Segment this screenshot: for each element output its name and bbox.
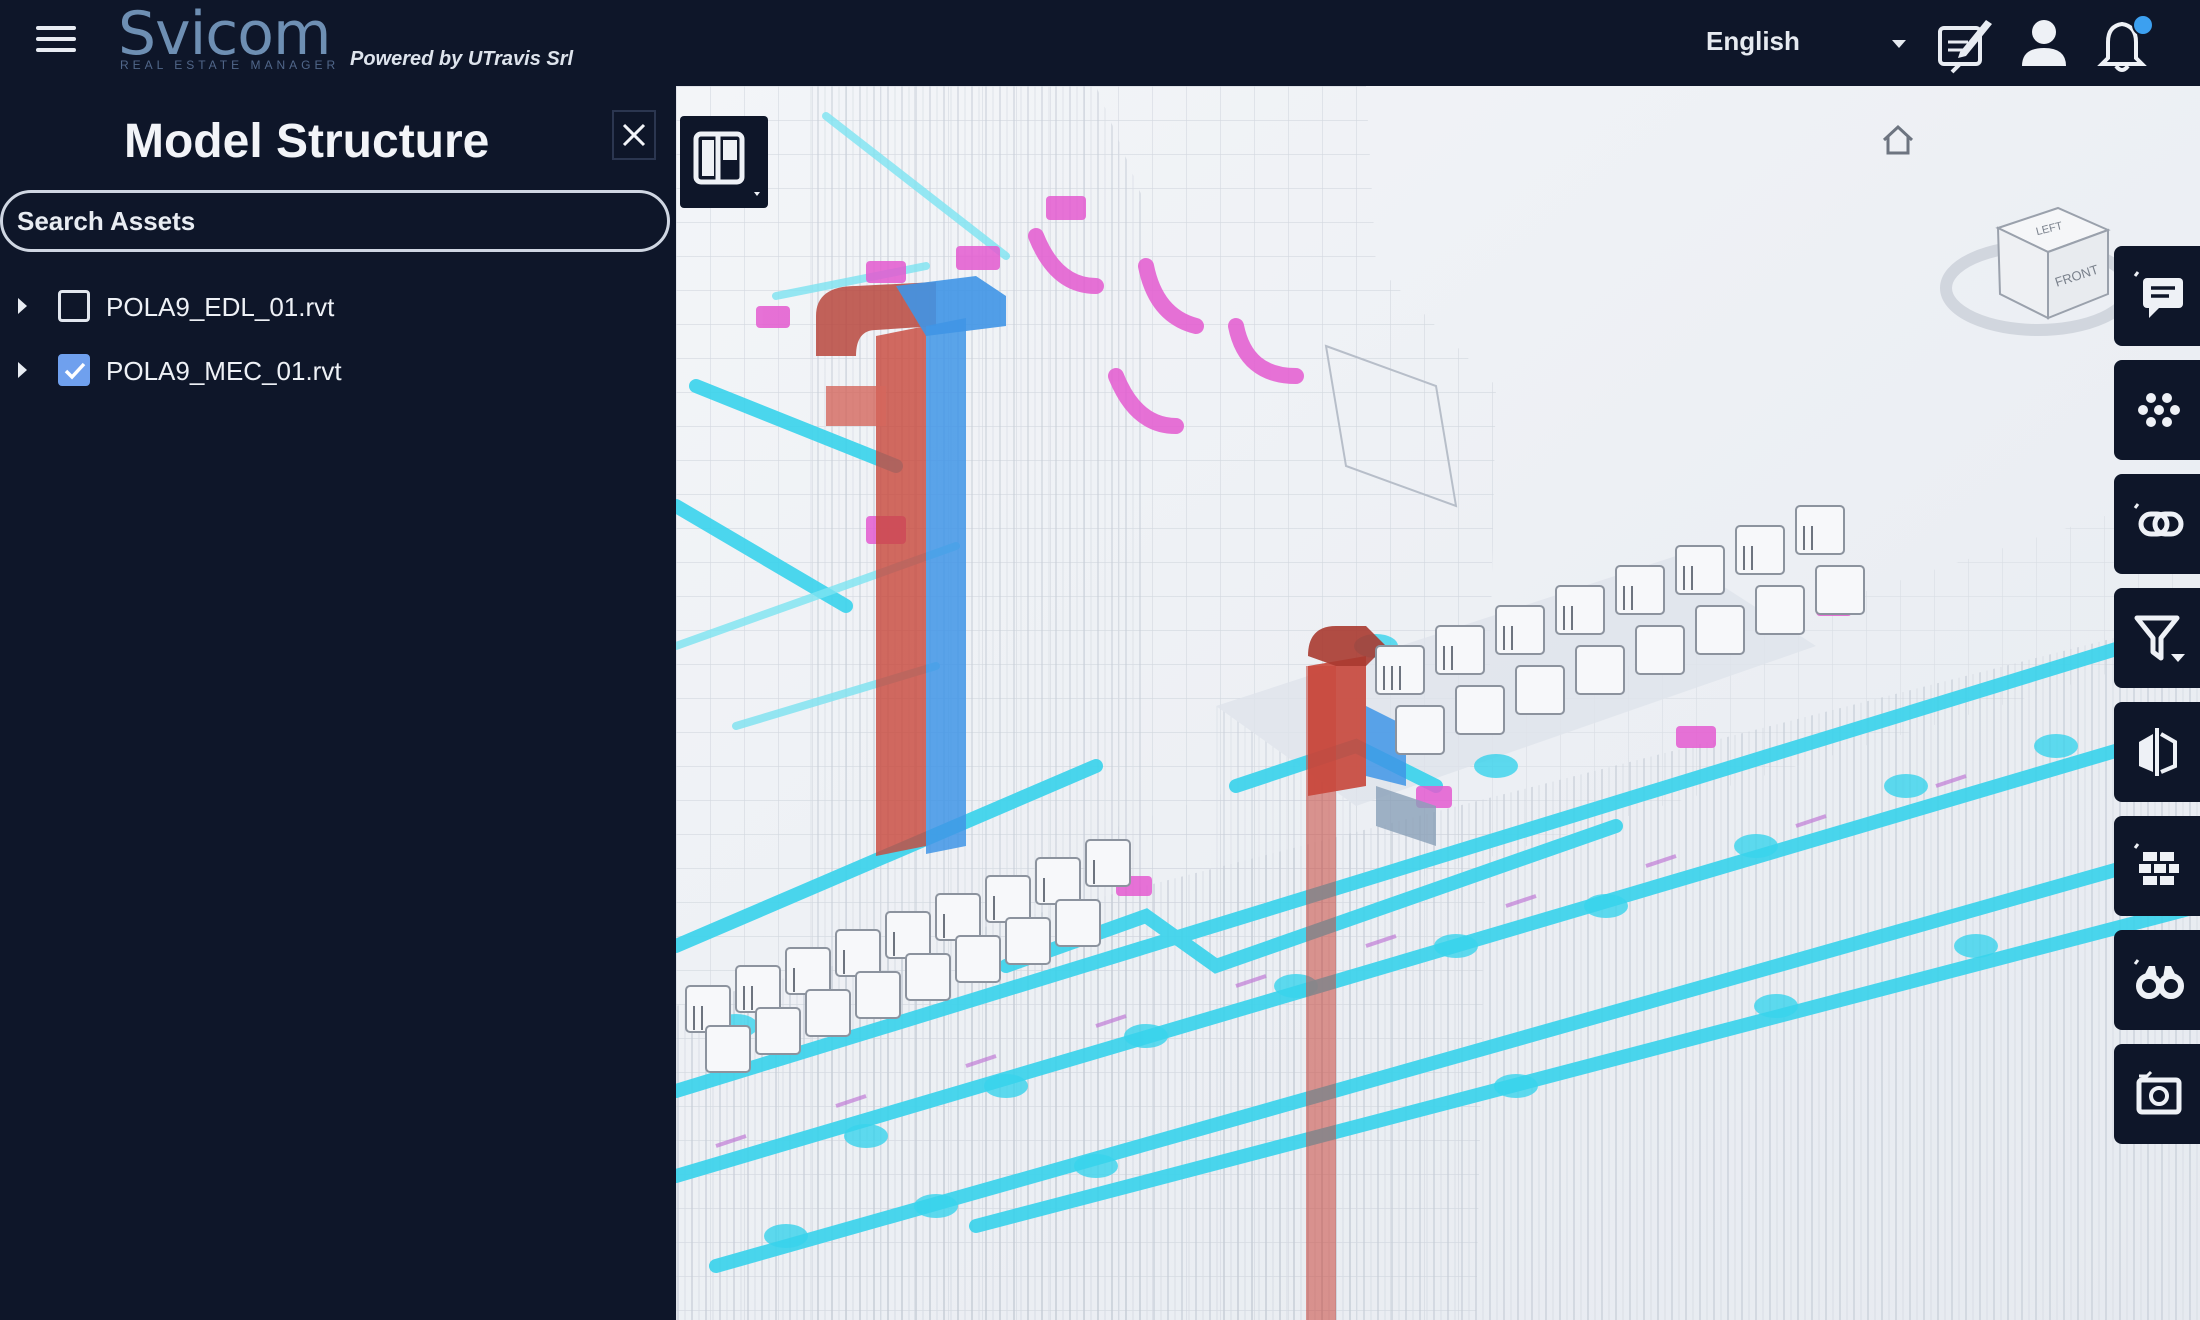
comment-icon (2129, 266, 2183, 318)
menu-icon[interactable] (36, 26, 76, 56)
language-label: English (1706, 26, 1800, 56)
item-checkbox[interactable] (58, 290, 90, 322)
comment-button[interactable] (2114, 246, 2200, 346)
tree-item-label: POLA9_EDL_01.rvt (106, 292, 335, 322)
binoculars-icon (2133, 959, 2184, 999)
close-button[interactable] (612, 110, 656, 160)
close-icon (622, 123, 646, 147)
bell-icon[interactable] (2094, 14, 2154, 74)
dots-grid-button[interactable] (2114, 360, 2200, 460)
camera-icon (2136, 1070, 2182, 1115)
panel-layout-icon (693, 131, 760, 196)
chevron-down-icon (1892, 40, 1906, 48)
panel-toggle-button[interactable] (680, 116, 768, 208)
filter-button[interactable] (2114, 588, 2200, 688)
notification-badge (2132, 14, 2154, 36)
tree-item-mec[interactable]: POLA9_MEC_01.rvt (0, 346, 640, 398)
compare-button[interactable] (2114, 702, 2200, 802)
checkmark-icon (64, 362, 86, 380)
tree-item-label: POLA9_MEC_01.rvt (106, 356, 342, 386)
search-assets-input[interactable] (0, 190, 670, 252)
app-window: Svicom REAL ESTATE MANAGER Powered by UT… (0, 0, 2200, 1320)
expand-caret-icon[interactable] (18, 362, 27, 378)
link-button[interactable] (2114, 474, 2200, 574)
report-icon[interactable] (1934, 14, 1994, 74)
item-checkbox-checked[interactable] (58, 354, 90, 386)
filter-icon (2134, 615, 2185, 662)
binoculars-button[interactable] (2114, 930, 2200, 1030)
panel-title: Model Structure (124, 115, 490, 168)
camera-button[interactable] (2114, 1044, 2200, 1144)
link-icon (2133, 503, 2184, 537)
expand-caret-icon[interactable] (18, 298, 27, 314)
bricks-button[interactable] (2114, 816, 2200, 916)
tree-item-edl[interactable]: POLA9_EDL_01.rvt (0, 282, 640, 334)
user-icon[interactable] (2014, 14, 2074, 74)
powered-by-text: Powered by UTravis Srl (350, 48, 574, 70)
brand-logo: Svicom REAL ESTATE MANAGER Powered by UT… (118, 0, 573, 86)
model-structure-panel: Model Structure POLA9_EDL_01.rvt POLA9_M… (0, 86, 676, 1320)
bricks-icon (2133, 843, 2179, 885)
home-icon[interactable] (1878, 122, 1918, 158)
brand-subtitle: REAL ESTATE MANAGER (120, 58, 340, 72)
model-viewer[interactable]: LEFT FRONT (676, 86, 2200, 1320)
top-bar: Svicom REAL ESTATE MANAGER Powered by UT… (0, 0, 2200, 86)
language-select[interactable]: English (1706, 26, 1906, 62)
compare-icon (2139, 728, 2177, 776)
dots-grid-icon (2138, 393, 2180, 427)
